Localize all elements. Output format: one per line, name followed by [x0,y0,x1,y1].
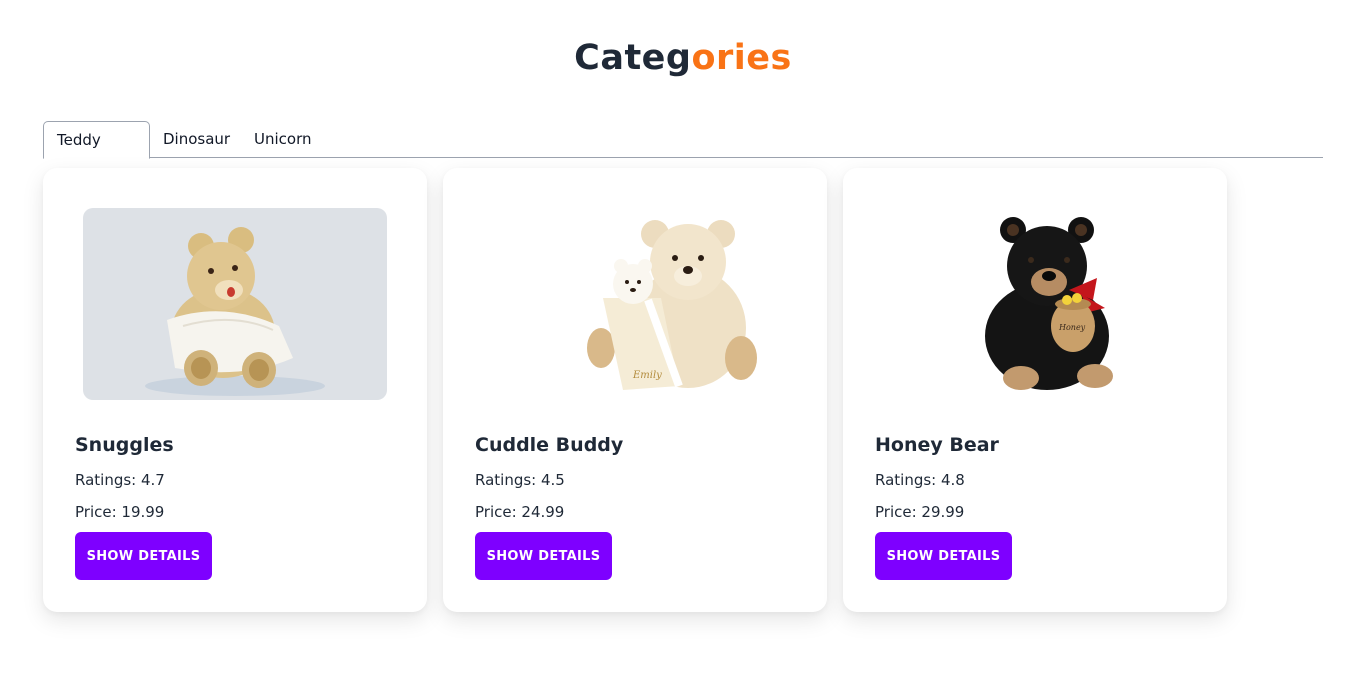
svg-text:Honey: Honey [1058,323,1086,332]
black-bear-image: Honey [985,217,1113,390]
product-rating: Ratings: 4.8 [875,471,965,489]
product-image [83,208,387,400]
page-title-part1: Categ [574,38,692,78]
show-details-button[interactable]: SHOW DETAILS [75,532,212,580]
product-name: Snuggles [75,434,174,456]
tab-dinosaur[interactable]: Dinosaur [150,121,243,158]
page: Categories Teddy Bear Dinosaur Unicorn [0,0,1366,678]
product-card: Emily Cuddle Buddy Ratings: 4.5 Price: 2… [443,168,827,612]
product-rating: Ratings: 4.7 [75,471,165,489]
show-details-button[interactable]: SHOW DETAILS [475,532,612,580]
product-card: Snuggles Ratings: 4.7 Price: 19.99 SHOW … [43,168,427,612]
teddy-bear-image: Emily [587,220,757,390]
product-name: Cuddle Buddy [475,434,624,456]
product-card: Honey Honey Bear Ratings: 4.8 Price: 29.… [843,168,1227,612]
page-title-part2: ories [691,38,792,78]
product-rating: Ratings: 4.5 [475,471,565,489]
svg-text:Emily: Emily [632,370,662,381]
tab-unicorn[interactable]: Unicorn [241,121,325,158]
product-image: Emily [483,208,787,400]
product-image: Honey [883,208,1187,400]
tab-teddy-bear[interactable]: Teddy Bear [43,121,150,186]
page-title: Categories [0,38,1366,78]
product-price: Price: 29.99 [875,503,965,521]
teddy-bear-image [145,227,325,396]
product-price: Price: 19.99 [75,503,165,521]
product-name: Honey Bear [875,434,999,456]
category-tabs: Teddy Bear Dinosaur Unicorn [43,121,1323,186]
product-price: Price: 24.99 [475,503,565,521]
show-details-button[interactable]: SHOW DETAILS [875,532,1012,580]
